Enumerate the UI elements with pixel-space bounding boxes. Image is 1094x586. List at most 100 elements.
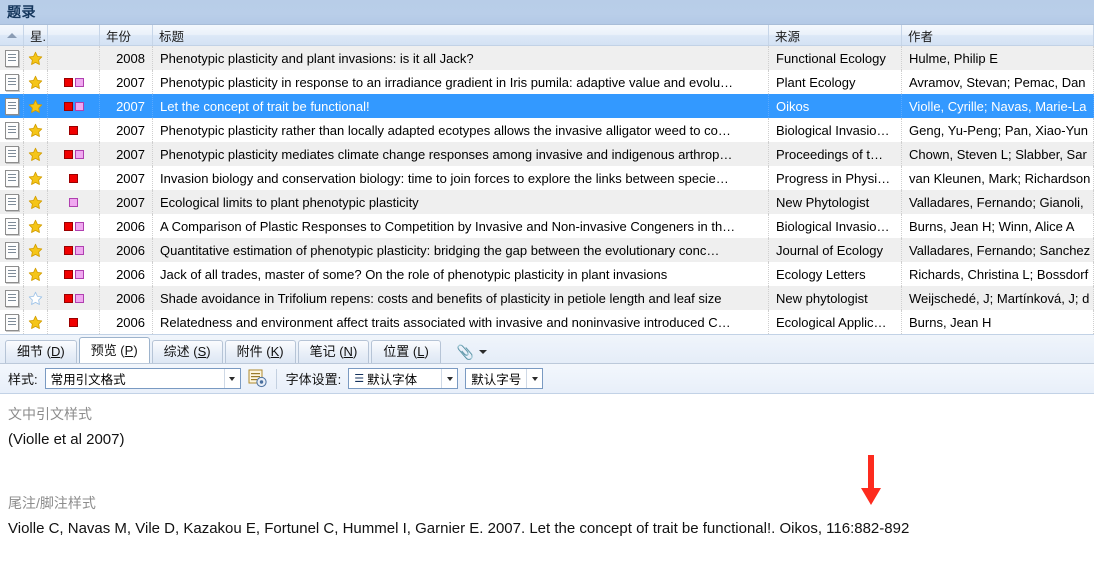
tab-location[interactable]: 位置 (L) xyxy=(371,340,441,363)
marker-red-icon[interactable] xyxy=(63,221,73,231)
table-row[interactable]: 2007 Let the concept of trait be function… xyxy=(0,94,1094,118)
marker-cell[interactable] xyxy=(48,118,100,142)
star-cell[interactable] xyxy=(24,94,48,118)
star-cell[interactable] xyxy=(24,262,48,286)
star-icon[interactable] xyxy=(28,51,43,66)
marker-red-icon[interactable] xyxy=(63,77,73,87)
marker-red-icon[interactable] xyxy=(63,269,73,279)
column-header-source[interactable]: 来源 xyxy=(769,25,902,45)
record-type-cell[interactable] xyxy=(0,94,24,118)
record-type-cell[interactable] xyxy=(0,238,24,262)
records-table[interactable]: 2008 Phenotypic plasticity and plant inva… xyxy=(0,46,1094,335)
marker-cell[interactable] xyxy=(48,190,100,214)
column-header-star[interactable]: 星... xyxy=(24,25,48,45)
font-size-select[interactable]: 默认字号 xyxy=(465,368,544,389)
table-row[interactable]: 2006 A Comparison of Plastic Responses to… xyxy=(0,214,1094,238)
detail-pane-tabs[interactable]: 细节 (D) 预览 (P) 综述 (S) 附件 (K) 笔记 (N) 位置 (L) 📎 xyxy=(0,335,1094,364)
table-row[interactable]: 2006 Relatedness and environment affect t… xyxy=(0,310,1094,334)
record-type-cell[interactable] xyxy=(0,118,24,142)
table-row[interactable]: 2006 Shade avoidance in Trifolium repens:… xyxy=(0,286,1094,310)
table-row[interactable]: 2007 Phenotypic plasticity in response to… xyxy=(0,70,1094,94)
table-row[interactable]: 2006 Jack of all trades, master of some? … xyxy=(0,262,1094,286)
record-type-cell[interactable] xyxy=(0,166,24,190)
marker-pink-icon[interactable] xyxy=(74,293,84,303)
star-icon[interactable] xyxy=(28,75,43,90)
star-icon[interactable] xyxy=(28,99,43,114)
column-header-title[interactable]: 标题 xyxy=(153,25,769,45)
column-header-mark[interactable] xyxy=(48,25,100,45)
star-cell[interactable] xyxy=(24,118,48,142)
marker-cell[interactable] xyxy=(48,310,100,334)
citation-style-select[interactable]: 常用引文格式 xyxy=(44,368,241,389)
record-type-cell[interactable] xyxy=(0,310,24,334)
marker-pink-icon[interactable] xyxy=(74,221,84,231)
marker-red-icon[interactable] xyxy=(69,173,78,183)
star-cell[interactable] xyxy=(24,310,48,334)
table-row[interactable]: 2006 Quantitative estimation of phenotypi… xyxy=(0,238,1094,262)
marker-pink-icon[interactable] xyxy=(74,77,84,87)
chevron-down-icon[interactable] xyxy=(441,369,457,388)
column-header-author[interactable]: 作者 xyxy=(902,25,1094,45)
table-row[interactable]: 2007 Phenotypic plasticity rather than lo… xyxy=(0,118,1094,142)
star-icon[interactable] xyxy=(28,243,43,258)
marker-pink-icon[interactable] xyxy=(69,197,78,207)
marker-cell[interactable] xyxy=(48,142,100,166)
star-icon[interactable] xyxy=(28,315,43,330)
record-type-cell[interactable] xyxy=(0,70,24,94)
marker-pink-icon[interactable] xyxy=(74,101,84,111)
paperclip-icon[interactable]: 📎 xyxy=(457,345,474,359)
star-cell[interactable] xyxy=(24,166,48,190)
marker-cell[interactable] xyxy=(48,166,100,190)
marker-red-icon[interactable] xyxy=(63,149,73,159)
marker-cell[interactable] xyxy=(48,46,100,70)
table-row[interactable]: 2007 Ecological limits to plant phenotypi… xyxy=(0,190,1094,214)
star-cell[interactable] xyxy=(24,142,48,166)
marker-red-icon[interactable] xyxy=(69,125,78,135)
style-settings-button[interactable] xyxy=(248,369,267,388)
font-family-select[interactable]: ☰ 默认字体 xyxy=(348,368,459,389)
tab-summary[interactable]: 综述 (S) xyxy=(151,340,223,363)
tab-attachments[interactable]: 附件 (K) xyxy=(224,340,296,363)
marker-cell[interactable] xyxy=(48,70,100,94)
marker-red-icon[interactable] xyxy=(69,317,78,327)
marker-cell[interactable] xyxy=(48,238,100,262)
marker-cell[interactable] xyxy=(48,94,100,118)
record-type-cell[interactable] xyxy=(0,262,24,286)
star-cell[interactable] xyxy=(24,190,48,214)
tab-preview[interactable]: 预览 (P) xyxy=(78,337,150,363)
record-type-cell[interactable] xyxy=(0,190,24,214)
star-cell[interactable] xyxy=(24,46,48,70)
table-row[interactable]: 2008 Phenotypic plasticity and plant inva… xyxy=(0,46,1094,70)
star-icon[interactable] xyxy=(28,195,43,210)
star-icon[interactable] xyxy=(28,267,43,282)
star-cell[interactable] xyxy=(24,214,48,238)
star-cell[interactable] xyxy=(24,238,48,262)
marker-pink-icon[interactable] xyxy=(74,269,84,279)
marker-red-icon[interactable] xyxy=(63,293,73,303)
star-icon[interactable] xyxy=(28,291,43,306)
record-type-cell[interactable] xyxy=(0,46,24,70)
table-row[interactable]: 2007 Invasion biology and conservation bi… xyxy=(0,166,1094,190)
marker-pink-icon[interactable] xyxy=(74,245,84,255)
chevron-down-icon[interactable] xyxy=(223,369,240,388)
tab-details[interactable]: 细节 (D) xyxy=(5,340,77,363)
column-header-sort[interactable] xyxy=(0,25,24,45)
star-icon[interactable] xyxy=(28,219,43,234)
tab-notes[interactable]: 笔记 (N) xyxy=(297,340,370,363)
marker-cell[interactable] xyxy=(48,262,100,286)
marker-cell[interactable] xyxy=(48,214,100,238)
record-type-cell[interactable] xyxy=(0,142,24,166)
marker-red-icon[interactable] xyxy=(63,101,73,111)
star-icon[interactable] xyxy=(28,123,43,138)
table-row[interactable]: 2007 Phenotypic plasticity mediates clima… xyxy=(0,142,1094,166)
attachment-menu[interactable]: 📎 xyxy=(443,340,493,363)
preview-format-toolbar[interactable]: 样式: 常用引文格式 字体设置: ☰ 默认字体 默认字号 xyxy=(0,364,1094,394)
star-cell[interactable] xyxy=(24,70,48,94)
marker-pink-icon[interactable] xyxy=(74,149,84,159)
chevron-down-icon[interactable] xyxy=(526,369,542,388)
column-header-year[interactable]: 年份 xyxy=(100,25,153,45)
record-type-cell[interactable] xyxy=(0,214,24,238)
star-icon[interactable] xyxy=(28,171,43,186)
chevron-down-icon[interactable] xyxy=(479,349,488,354)
record-type-cell[interactable] xyxy=(0,286,24,310)
